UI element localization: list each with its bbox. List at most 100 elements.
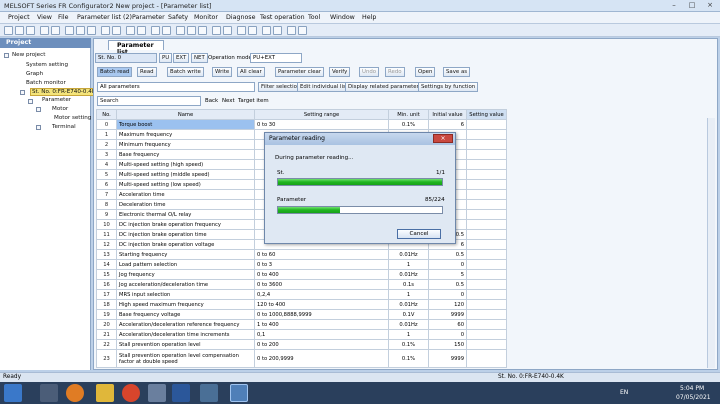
- row-setting-value[interactable]: [466, 329, 507, 340]
- row-setting-value[interactable]: [466, 119, 507, 130]
- toolbar-icon[interactable]: [248, 26, 257, 35]
- back-link[interactable]: Back: [205, 98, 218, 104]
- toolbar-icon[interactable]: [137, 26, 146, 35]
- all-clear-button[interactable]: All clear: [237, 67, 265, 77]
- toolbar-icon[interactable]: [198, 26, 207, 35]
- table-row[interactable]: 0 Torque boost 0 to 30 0.1% 6: [96, 119, 507, 130]
- cancel-button[interactable]: Cancel: [397, 229, 441, 239]
- menu-parameter[interactable]: Parameter: [132, 14, 165, 21]
- open-icon[interactable]: [15, 26, 24, 35]
- close-button[interactable]: ×: [702, 1, 718, 10]
- menu-monitor[interactable]: Monitor: [194, 14, 218, 21]
- table-row[interactable]: 21 Acceleration/deceleration time increme…: [96, 329, 507, 340]
- row-setting-value[interactable]: [466, 269, 507, 280]
- tree-motor[interactable]: Motor: [52, 106, 68, 112]
- column-header-initial-value[interactable]: Initial value: [428, 109, 467, 120]
- row-setting-value[interactable]: [466, 199, 507, 210]
- toolbar-icon[interactable]: [262, 26, 271, 35]
- undo-button[interactable]: Undo: [359, 67, 380, 77]
- edit-individual-list-button[interactable]: Edit individual list: [297, 82, 351, 92]
- help-icon[interactable]: [51, 26, 60, 35]
- menu-project[interactable]: Project: [8, 14, 30, 21]
- cut-icon[interactable]: [40, 26, 49, 35]
- table-row[interactable]: 17 MRS input selection 0,2,4 1 0: [96, 289, 507, 300]
- tree-batch-monitor[interactable]: Batch monitor: [26, 80, 66, 86]
- collapse-icon[interactable]: [28, 99, 33, 104]
- table-row[interactable]: 22 Stall prevention operation level 0 to 2…: [96, 339, 507, 350]
- table-row[interactable]: 15 Jog frequency 0 to 400 0.01Hz 5: [96, 269, 507, 280]
- toolbar-icon[interactable]: [273, 26, 282, 35]
- table-row[interactable]: 23 Stall prevention operation level compe…: [96, 349, 507, 368]
- display-related-parameters-button[interactable]: Display related parameters: [345, 82, 425, 92]
- collapse-icon[interactable]: [4, 53, 9, 58]
- row-setting-value[interactable]: [466, 179, 507, 190]
- collapse-icon[interactable]: [20, 90, 25, 95]
- menu-help[interactable]: Help: [362, 14, 376, 21]
- net-button[interactable]: NET: [191, 53, 208, 63]
- menu-tool[interactable]: Tool: [308, 14, 320, 21]
- tree-station[interactable]: St. No. 0:FR-E740-0.4K: [30, 88, 98, 96]
- menu-test-operation[interactable]: Test operation: [260, 14, 305, 21]
- column-header-setting-range[interactable]: Setting range: [254, 109, 389, 120]
- toolbar-icon[interactable]: [176, 26, 185, 35]
- dialog-close-button[interactable]: ×: [433, 134, 453, 143]
- toolbar-icon[interactable]: [212, 26, 221, 35]
- settings-by-function-button[interactable]: Settings by function: [418, 82, 479, 92]
- tree-terminal[interactable]: Terminal: [52, 124, 76, 130]
- toolbar-icon[interactable]: [298, 26, 307, 35]
- row-setting-value[interactable]: [466, 169, 507, 180]
- app-icon[interactable]: [200, 384, 218, 402]
- read-button[interactable]: Read: [137, 67, 157, 77]
- ext-button[interactable]: EXT: [173, 53, 190, 63]
- vertical-scrollbar[interactable]: [707, 118, 715, 368]
- menu-view[interactable]: View: [37, 14, 52, 21]
- app-icon[interactable]: [148, 384, 166, 402]
- word-icon[interactable]: [172, 384, 190, 402]
- tab-parameter-list[interactable]: Parameter list: [108, 40, 164, 56]
- table-row[interactable]: 16 Jog acceleration/deceleration time 0 to…: [96, 279, 507, 290]
- row-setting-value[interactable]: [466, 159, 507, 170]
- filter-select[interactable]: All parameters: [97, 82, 255, 92]
- toolbar-icon[interactable]: [65, 26, 74, 35]
- language-indicator[interactable]: EN: [620, 389, 628, 396]
- target-item-link[interactable]: Target item: [238, 98, 269, 104]
- save-as-button[interactable]: Save as: [443, 67, 471, 77]
- menu-window[interactable]: Window: [330, 14, 355, 21]
- batch-write-button[interactable]: Batch write: [167, 67, 204, 77]
- row-setting-value[interactable]: [466, 309, 507, 320]
- collapse-icon[interactable]: [36, 107, 41, 112]
- next-link[interactable]: Next: [222, 98, 235, 104]
- table-row[interactable]: 20 Acceleration/deceleration reference fr…: [96, 319, 507, 330]
- row-setting-value[interactable]: [466, 319, 507, 330]
- toolbar-icon[interactable]: [187, 26, 196, 35]
- row-setting-value[interactable]: [466, 289, 507, 300]
- toolbar-icon[interactable]: [151, 26, 160, 35]
- row-setting-value[interactable]: [466, 299, 507, 310]
- toolbar-icon[interactable]: [76, 26, 85, 35]
- tree-graph[interactable]: Graph: [26, 71, 43, 77]
- row-setting-value[interactable]: [466, 149, 507, 160]
- menu-parameter-list[interactable]: Parameter list (2): [77, 14, 132, 21]
- write-button[interactable]: Write: [212, 67, 233, 77]
- save-icon[interactable]: [26, 26, 35, 35]
- redo-button[interactable]: Redo: [385, 67, 405, 77]
- menu-safety[interactable]: Safety: [168, 14, 188, 21]
- row-setting-value[interactable]: [466, 129, 507, 140]
- chrome-icon[interactable]: [122, 384, 140, 402]
- toolbar-icon[interactable]: [162, 26, 171, 35]
- explorer-icon[interactable]: [40, 384, 58, 402]
- row-setting-value[interactable]: [466, 139, 507, 150]
- pu-button[interactable]: PU: [159, 53, 173, 63]
- table-row[interactable]: 13 Starting frequency 0 to 60 0.01Hz 0.5: [96, 249, 507, 260]
- table-row[interactable]: 18 High speed maximum frequency 120 to 400…: [96, 299, 507, 310]
- column-header-name[interactable]: Name: [116, 109, 255, 120]
- row-setting-value[interactable]: [466, 219, 507, 230]
- station-select[interactable]: St. No. 0: [95, 53, 157, 63]
- row-setting-value[interactable]: [466, 339, 507, 350]
- tree-system-setting[interactable]: System setting: [26, 62, 68, 68]
- open-button[interactable]: Open: [415, 67, 436, 77]
- toolbar-icon[interactable]: [237, 26, 246, 35]
- new-icon[interactable]: [4, 26, 13, 35]
- folder-icon[interactable]: [96, 384, 114, 402]
- row-setting-value[interactable]: [466, 239, 507, 250]
